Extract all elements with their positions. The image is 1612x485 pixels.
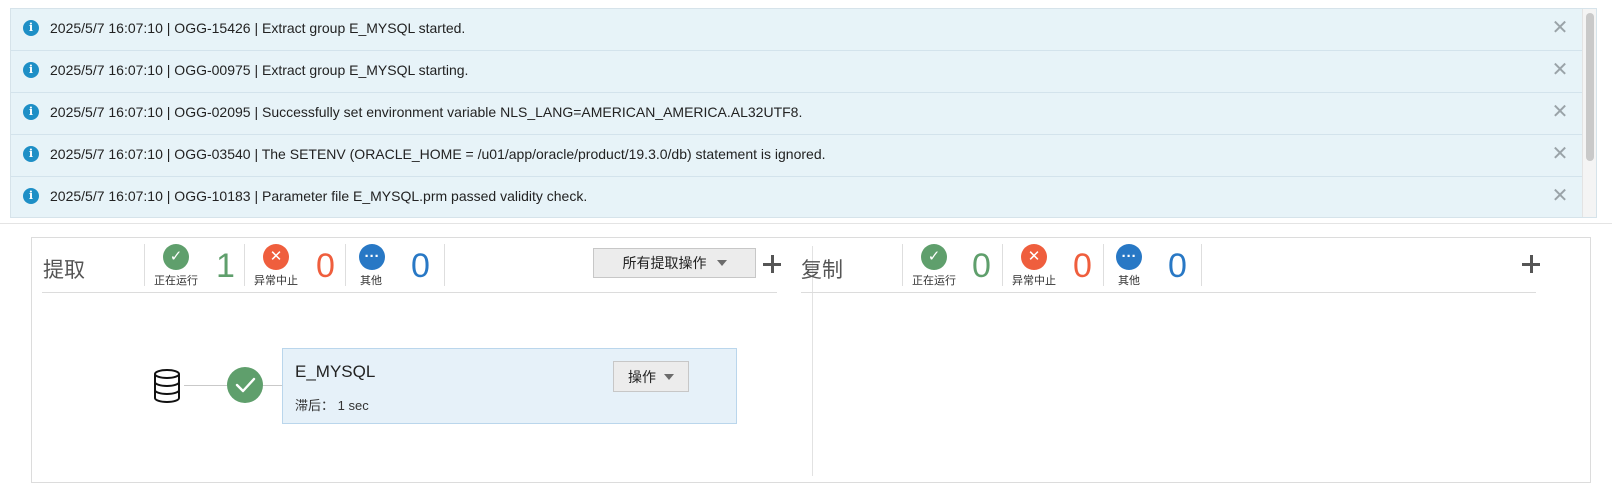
info-icon: i bbox=[23, 146, 39, 162]
process-action-button[interactable]: 操作 bbox=[613, 361, 689, 392]
lag-value: 1 sec bbox=[337, 398, 369, 413]
abended-icon: ✕ bbox=[1021, 244, 1047, 270]
chevron-down-icon bbox=[664, 373, 674, 380]
divider bbox=[801, 292, 1536, 293]
close-icon[interactable]: ✕ bbox=[1550, 60, 1570, 80]
all-extract-actions-button[interactable]: 所有提取操作 bbox=[593, 248, 756, 278]
replicat-abended-count[interactable]: 0 bbox=[1073, 249, 1092, 283]
lag-label: 滞后： bbox=[295, 398, 335, 413]
info-icon: i bbox=[23, 104, 39, 120]
replicat-running-label: 正在运行 bbox=[912, 275, 956, 287]
message-list: i 2025/5/7 16:07:10 | OGG-15426 | Extrac… bbox=[11, 9, 1582, 217]
extract-abended-count[interactable]: 0 bbox=[316, 249, 335, 283]
process-running-status bbox=[227, 367, 263, 403]
extract-title: 提取 bbox=[43, 259, 85, 282]
database-icon bbox=[154, 369, 180, 403]
running-icon: ✓ bbox=[163, 244, 189, 270]
extract-other-count[interactable]: 0 bbox=[411, 249, 430, 283]
replicat-abended-label: 异常中止 bbox=[1012, 275, 1056, 287]
process-dashboard: 提取 ✓ 正在运行 1 ✕ 异常中止 0 ··· 其他 0 所有提取操作 E_M… bbox=[31, 237, 1591, 483]
running-icon: ✓ bbox=[921, 244, 947, 270]
close-icon[interactable]: ✕ bbox=[1550, 18, 1570, 38]
connector-line bbox=[184, 385, 227, 386]
message-text: 2025/5/7 16:07:10 | OGG-02095 | Successf… bbox=[50, 104, 803, 120]
message-text: 2025/5/7 16:07:10 | OGG-03540 | The SETE… bbox=[50, 146, 826, 162]
replicat-other-label: 其他 bbox=[1118, 275, 1140, 287]
divider bbox=[144, 244, 145, 286]
divider bbox=[0, 223, 1612, 224]
process-name[interactable]: E_MYSQL bbox=[295, 362, 375, 382]
divider bbox=[444, 244, 445, 286]
close-icon[interactable]: ✕ bbox=[1550, 102, 1570, 122]
connector-line bbox=[263, 385, 282, 386]
extract-running-label: 正在运行 bbox=[154, 275, 198, 287]
divider bbox=[345, 244, 346, 286]
divider bbox=[1103, 244, 1104, 286]
scrollbar-thumb[interactable] bbox=[1586, 13, 1594, 161]
divider bbox=[1002, 244, 1003, 286]
add-extract-button[interactable] bbox=[761, 253, 783, 275]
replicat-title: 复制 bbox=[801, 259, 843, 282]
abended-icon: ✕ bbox=[263, 244, 289, 270]
chevron-down-icon bbox=[716, 260, 727, 266]
extract-process-card[interactable]: E_MYSQL 滞后： 1 sec 操作 bbox=[282, 348, 737, 424]
extract-other-label: 其他 bbox=[360, 275, 382, 287]
other-icon: ··· bbox=[1116, 244, 1142, 270]
message-row: i 2025/5/7 16:07:10 | OGG-10183 | Parame… bbox=[11, 177, 1582, 217]
message-row: i 2025/5/7 16:07:10 | OGG-15426 | Extrac… bbox=[11, 9, 1582, 51]
extract-running-count[interactable]: 1 bbox=[216, 249, 235, 283]
close-icon[interactable]: ✕ bbox=[1550, 144, 1570, 164]
message-text: 2025/5/7 16:07:10 | OGG-15426 | Extract … bbox=[50, 20, 466, 36]
other-icon: ··· bbox=[359, 244, 385, 270]
divider bbox=[1201, 244, 1202, 286]
message-row: i 2025/5/7 16:07:10 | OGG-02095 | Succes… bbox=[11, 93, 1582, 135]
info-icon: i bbox=[23, 188, 39, 204]
extract-abended-label: 异常中止 bbox=[254, 275, 298, 287]
message-row: i 2025/5/7 16:07:10 | OGG-00975 | Extrac… bbox=[11, 51, 1582, 93]
message-text: 2025/5/7 16:07:10 | OGG-00975 | Extract … bbox=[50, 62, 469, 78]
message-row: i 2025/5/7 16:07:10 | OGG-03540 | The SE… bbox=[11, 135, 1582, 177]
process-action-label: 操作 bbox=[628, 368, 656, 385]
divider bbox=[244, 244, 245, 286]
check-icon bbox=[235, 377, 256, 393]
info-icon: i bbox=[23, 20, 39, 36]
process-lag: 滞后： 1 sec bbox=[295, 395, 369, 414]
divider bbox=[902, 244, 903, 286]
message-scrollbar[interactable] bbox=[1582, 9, 1596, 217]
info-icon: i bbox=[23, 62, 39, 78]
close-icon[interactable]: ✕ bbox=[1550, 186, 1570, 206]
add-replicat-button[interactable] bbox=[1520, 253, 1542, 275]
message-panel: i 2025/5/7 16:07:10 | OGG-15426 | Extrac… bbox=[10, 8, 1597, 218]
divider bbox=[42, 292, 777, 293]
all-extract-actions-label: 所有提取操作 bbox=[622, 255, 707, 271]
replicat-other-count[interactable]: 0 bbox=[1168, 249, 1187, 283]
replicat-running-count[interactable]: 0 bbox=[972, 249, 991, 283]
message-text: 2025/5/7 16:07:10 | OGG-10183 | Paramete… bbox=[50, 188, 588, 204]
